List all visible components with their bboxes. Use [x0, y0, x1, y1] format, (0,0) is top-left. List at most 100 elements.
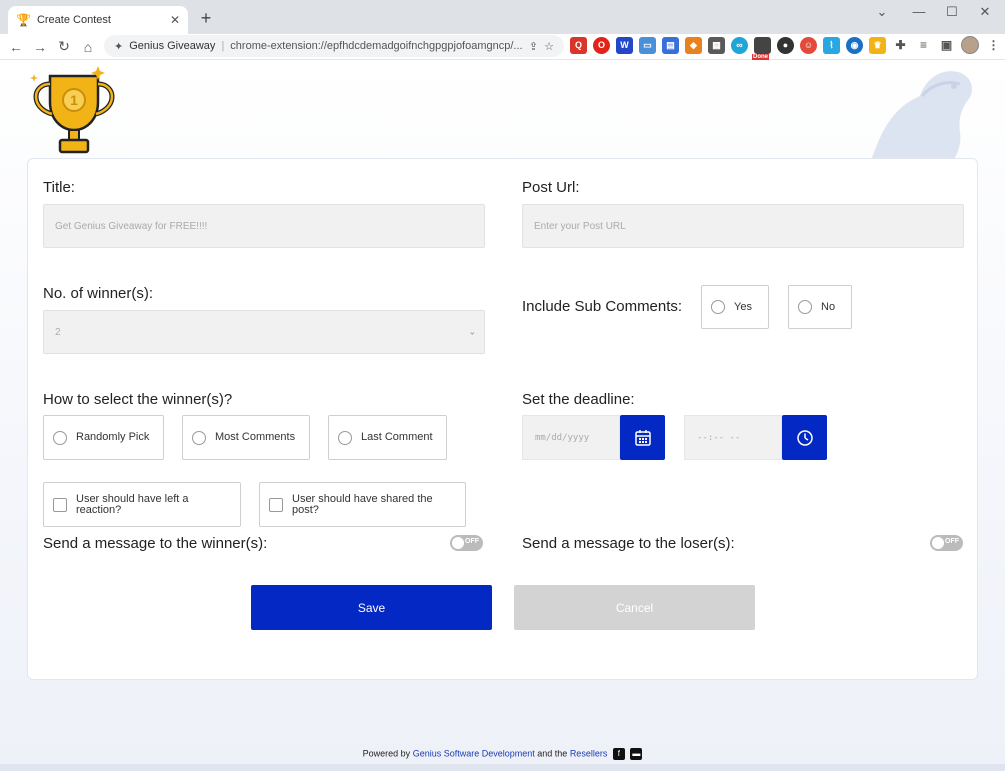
contest-form-card: Title: Get Genius Giveaway for FREE!!!! …	[27, 158, 978, 680]
radio-circle	[192, 430, 206, 445]
title-label: Title:	[43, 179, 75, 196]
extension-icon[interactable]: ∞	[731, 36, 748, 54]
share-icon[interactable]: ⇪	[529, 40, 538, 53]
post-url-label: Post Url:	[522, 179, 580, 196]
extension-icon[interactable]: Q	[570, 36, 587, 54]
loser-message-toggle[interactable]: OFF	[930, 535, 963, 551]
time-input[interactable]: --:-- --	[684, 415, 782, 460]
cancel-button[interactable]: Cancel	[514, 585, 755, 630]
facebook-icon[interactable]: f	[612, 748, 625, 760]
sidebar-icon[interactable]: ▣	[938, 36, 955, 54]
tab-title: Create Contest	[36, 14, 111, 26]
browser-toolbar: ← → ↻ ⌂ ✦ Genius Giveaway | chrome-exten…	[0, 34, 1005, 60]
footer-middle: and the	[537, 748, 568, 759]
extension-icon[interactable]: ▭	[639, 36, 656, 54]
address-bar[interactable]: ✦ Genius Giveaway | chrome-extension://e…	[104, 35, 564, 57]
tab-create-contest[interactable]: 🏆 Create Contest ✕	[8, 6, 188, 34]
opera-extension-icon[interactable]: O	[593, 36, 610, 54]
shared-checkbox[interactable]: User should have shared the post?	[259, 482, 466, 527]
title-input[interactable]: Get Genius Giveaway for FREE!!!!	[43, 204, 485, 248]
puzzle-icon: ✦	[114, 40, 124, 53]
radio-circle	[711, 300, 725, 314]
toggle-knob	[932, 537, 944, 549]
extension-icon[interactable]: ▦	[708, 36, 725, 54]
trophy-favicon-icon: 🏆	[16, 13, 31, 27]
resellers-link[interactable]: Resellers	[570, 748, 608, 758]
calendar-button[interactable]	[620, 415, 665, 460]
save-button[interactable]: Save	[251, 585, 492, 630]
radio-circle	[53, 430, 67, 445]
address-separator: |	[221, 40, 225, 52]
close-window-icon[interactable]: ✕	[965, 4, 1005, 20]
clock-icon	[796, 429, 813, 446]
toggle-off-label: OFF	[465, 538, 479, 545]
date-input[interactable]: mm/dd/yyyy	[522, 415, 620, 460]
winner-message-toggle[interactable]: OFF	[450, 535, 483, 551]
profile-avatar[interactable]	[961, 36, 979, 54]
deadline-label: Set the deadline:	[522, 391, 635, 408]
tab-search-icon[interactable]: ⌄	[862, 4, 902, 20]
winners-select-value: 2	[55, 326, 61, 338]
winners-select[interactable]: 2 ⌄	[43, 310, 485, 354]
tab-strip: 🏆 Create Contest ✕ + ⌄ — ☐ ✕	[0, 0, 1005, 34]
home-icon[interactable]: ⌂	[76, 39, 100, 55]
reaction-checkbox[interactable]: User should have left a reaction?	[43, 482, 241, 527]
sub-comments-label: Include Sub Comments:	[522, 298, 683, 315]
loser-message-label: Send a message to the loser(s):	[522, 535, 735, 552]
bookmark-star-icon[interactable]: ☆	[544, 40, 554, 53]
most-comments-radio[interactable]: Most Comments	[182, 415, 310, 460]
media-control-icon[interactable]: ≡	[915, 36, 932, 54]
sub-comments-no-radio[interactable]: No	[788, 285, 852, 329]
winners-label: No. of winner(s):	[43, 285, 154, 302]
url-text: chrome-extension://epfhdcdemadgoifnchgpg…	[230, 40, 523, 52]
extension-icon[interactable]: ⌇	[823, 36, 840, 54]
toggle-off-label: OFF	[945, 538, 959, 545]
footer-prefix: Powered by	[362, 748, 411, 759]
fox-extension-icon[interactable]: ◆	[685, 36, 702, 54]
extension-icon[interactable]: ◉	[846, 36, 863, 54]
menu-kebab-icon[interactable]: ⋮	[985, 36, 1002, 54]
sub-comments-no-label: No	[821, 300, 836, 313]
done-extension-icon[interactable]: Done	[752, 36, 771, 60]
last-comment-label: Last Comment	[361, 431, 433, 443]
clock-button[interactable]	[782, 415, 827, 460]
checkbox-square	[53, 497, 67, 512]
winner-message-label: Send a message to the winner(s):	[43, 535, 268, 552]
trophy-extension-icon[interactable]: ♛	[869, 36, 886, 54]
tab-close-icon[interactable]: ✕	[170, 13, 180, 27]
extension-icon[interactable]: ▤	[662, 36, 679, 54]
sub-comments-yes-radio[interactable]: Yes	[701, 285, 769, 329]
chat-icon[interactable]: ▬	[630, 748, 643, 760]
reload-icon[interactable]: ↻	[52, 38, 76, 55]
extensions-bar: Q O W ▭ ▤ ◆ ▦ ∞ Done ● ☺ ⌇ ◉ ♛ ✚ ≡ ▣ ⋮	[570, 36, 1002, 60]
last-comment-radio[interactable]: Last Comment	[328, 415, 447, 460]
extensions-puzzle-icon[interactable]: ✚	[892, 36, 909, 54]
forward-icon[interactable]: →	[28, 39, 52, 55]
randomly-pick-radio[interactable]: Randomly Pick	[43, 415, 164, 460]
shared-checkbox-label: User should have shared the post?	[292, 492, 433, 516]
randomly-pick-label: Randomly Pick	[76, 431, 150, 443]
chevron-down-icon: ⌄	[468, 326, 476, 337]
extension-icon[interactable]: ☺	[800, 36, 817, 54]
reaction-checkbox-label: User should have left a reaction?	[76, 492, 189, 516]
page: 1 Title: Get Genius Giveaway for FREE!!!…	[0, 60, 1005, 771]
calendar-icon	[634, 429, 651, 446]
back-icon[interactable]: ←	[4, 39, 28, 55]
radio-circle	[338, 430, 352, 445]
extension-icon[interactable]: W	[616, 36, 633, 54]
most-comments-label: Most Comments	[215, 431, 296, 443]
company-link[interactable]: Genius Software Development	[413, 748, 535, 758]
footer: Powered by Genius Software Development a…	[0, 748, 1005, 760]
site-name: Genius Giveaway	[129, 40, 216, 52]
done-badge: Done	[752, 53, 769, 60]
checkbox-square	[269, 497, 283, 512]
trophy-logo-icon: 1	[30, 66, 115, 154]
select-winner-label: How to select the winner(s)?	[43, 391, 233, 408]
os-taskbar	[0, 764, 1005, 771]
sub-comments-yes-label: Yes	[734, 300, 752, 313]
svg-text:1: 1	[70, 92, 78, 108]
radio-circle	[798, 300, 812, 314]
extension-icon[interactable]: ●	[777, 36, 794, 54]
new-tab-button[interactable]: +	[196, 8, 216, 29]
post-url-input[interactable]: Enter your Post URL	[522, 204, 964, 248]
